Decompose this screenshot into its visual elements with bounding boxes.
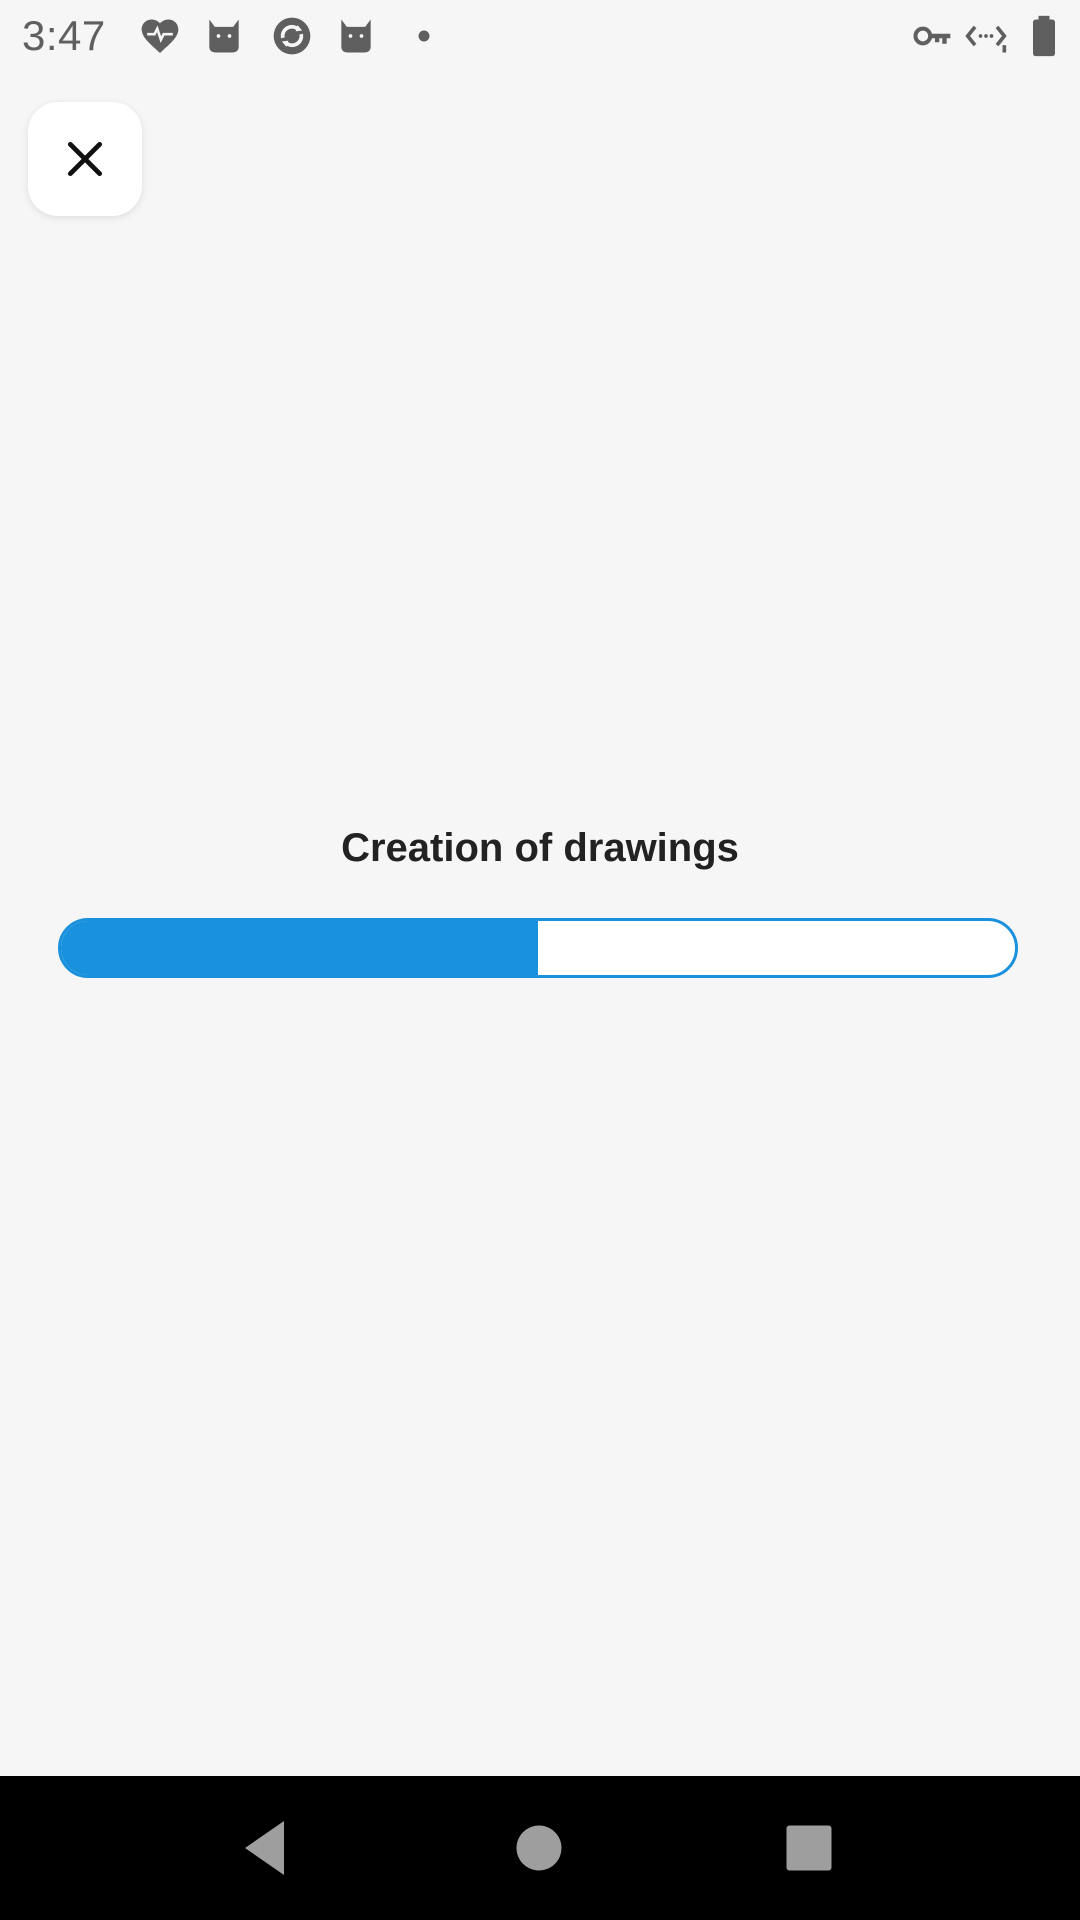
recents-button[interactable]	[773, 1812, 845, 1884]
dot-icon	[402, 14, 446, 58]
navigation-bar	[0, 1776, 1080, 1920]
progress-title: Creation of drawings	[341, 826, 739, 870]
recents-icon	[786, 1825, 832, 1871]
status-bar: 3:47	[0, 0, 1080, 72]
cat-icon	[202, 14, 246, 58]
screen: 3:47 Creation of drawings	[0, 0, 1080, 1920]
home-button[interactable]	[503, 1812, 575, 1884]
close-button[interactable]	[28, 102, 142, 216]
battery-icon	[1022, 14, 1066, 58]
back-icon	[245, 1821, 284, 1875]
status-time: 3:47	[22, 12, 106, 59]
sync-icon	[270, 14, 314, 58]
data-saver-icon	[964, 14, 1008, 58]
back-button[interactable]	[230, 1812, 302, 1884]
close-icon	[67, 141, 103, 177]
heart-pulse-icon	[138, 14, 182, 58]
vpn-key-icon	[910, 14, 954, 58]
progress-fill	[61, 921, 538, 975]
home-icon	[516, 1825, 562, 1871]
progress-bar	[58, 918, 1018, 978]
cat-icon	[334, 14, 378, 58]
